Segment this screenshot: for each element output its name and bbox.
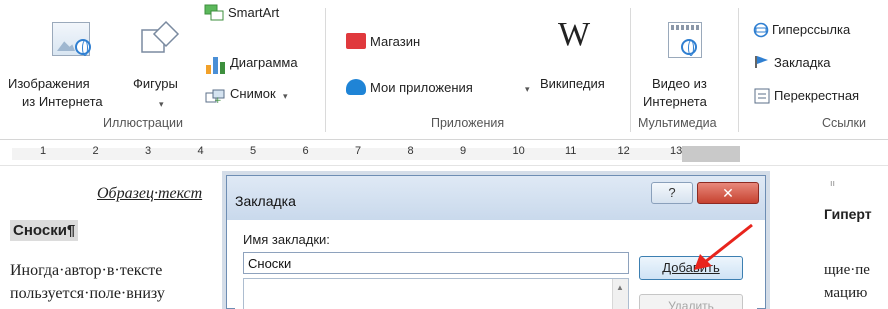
annotation-arrow (694, 223, 753, 270)
